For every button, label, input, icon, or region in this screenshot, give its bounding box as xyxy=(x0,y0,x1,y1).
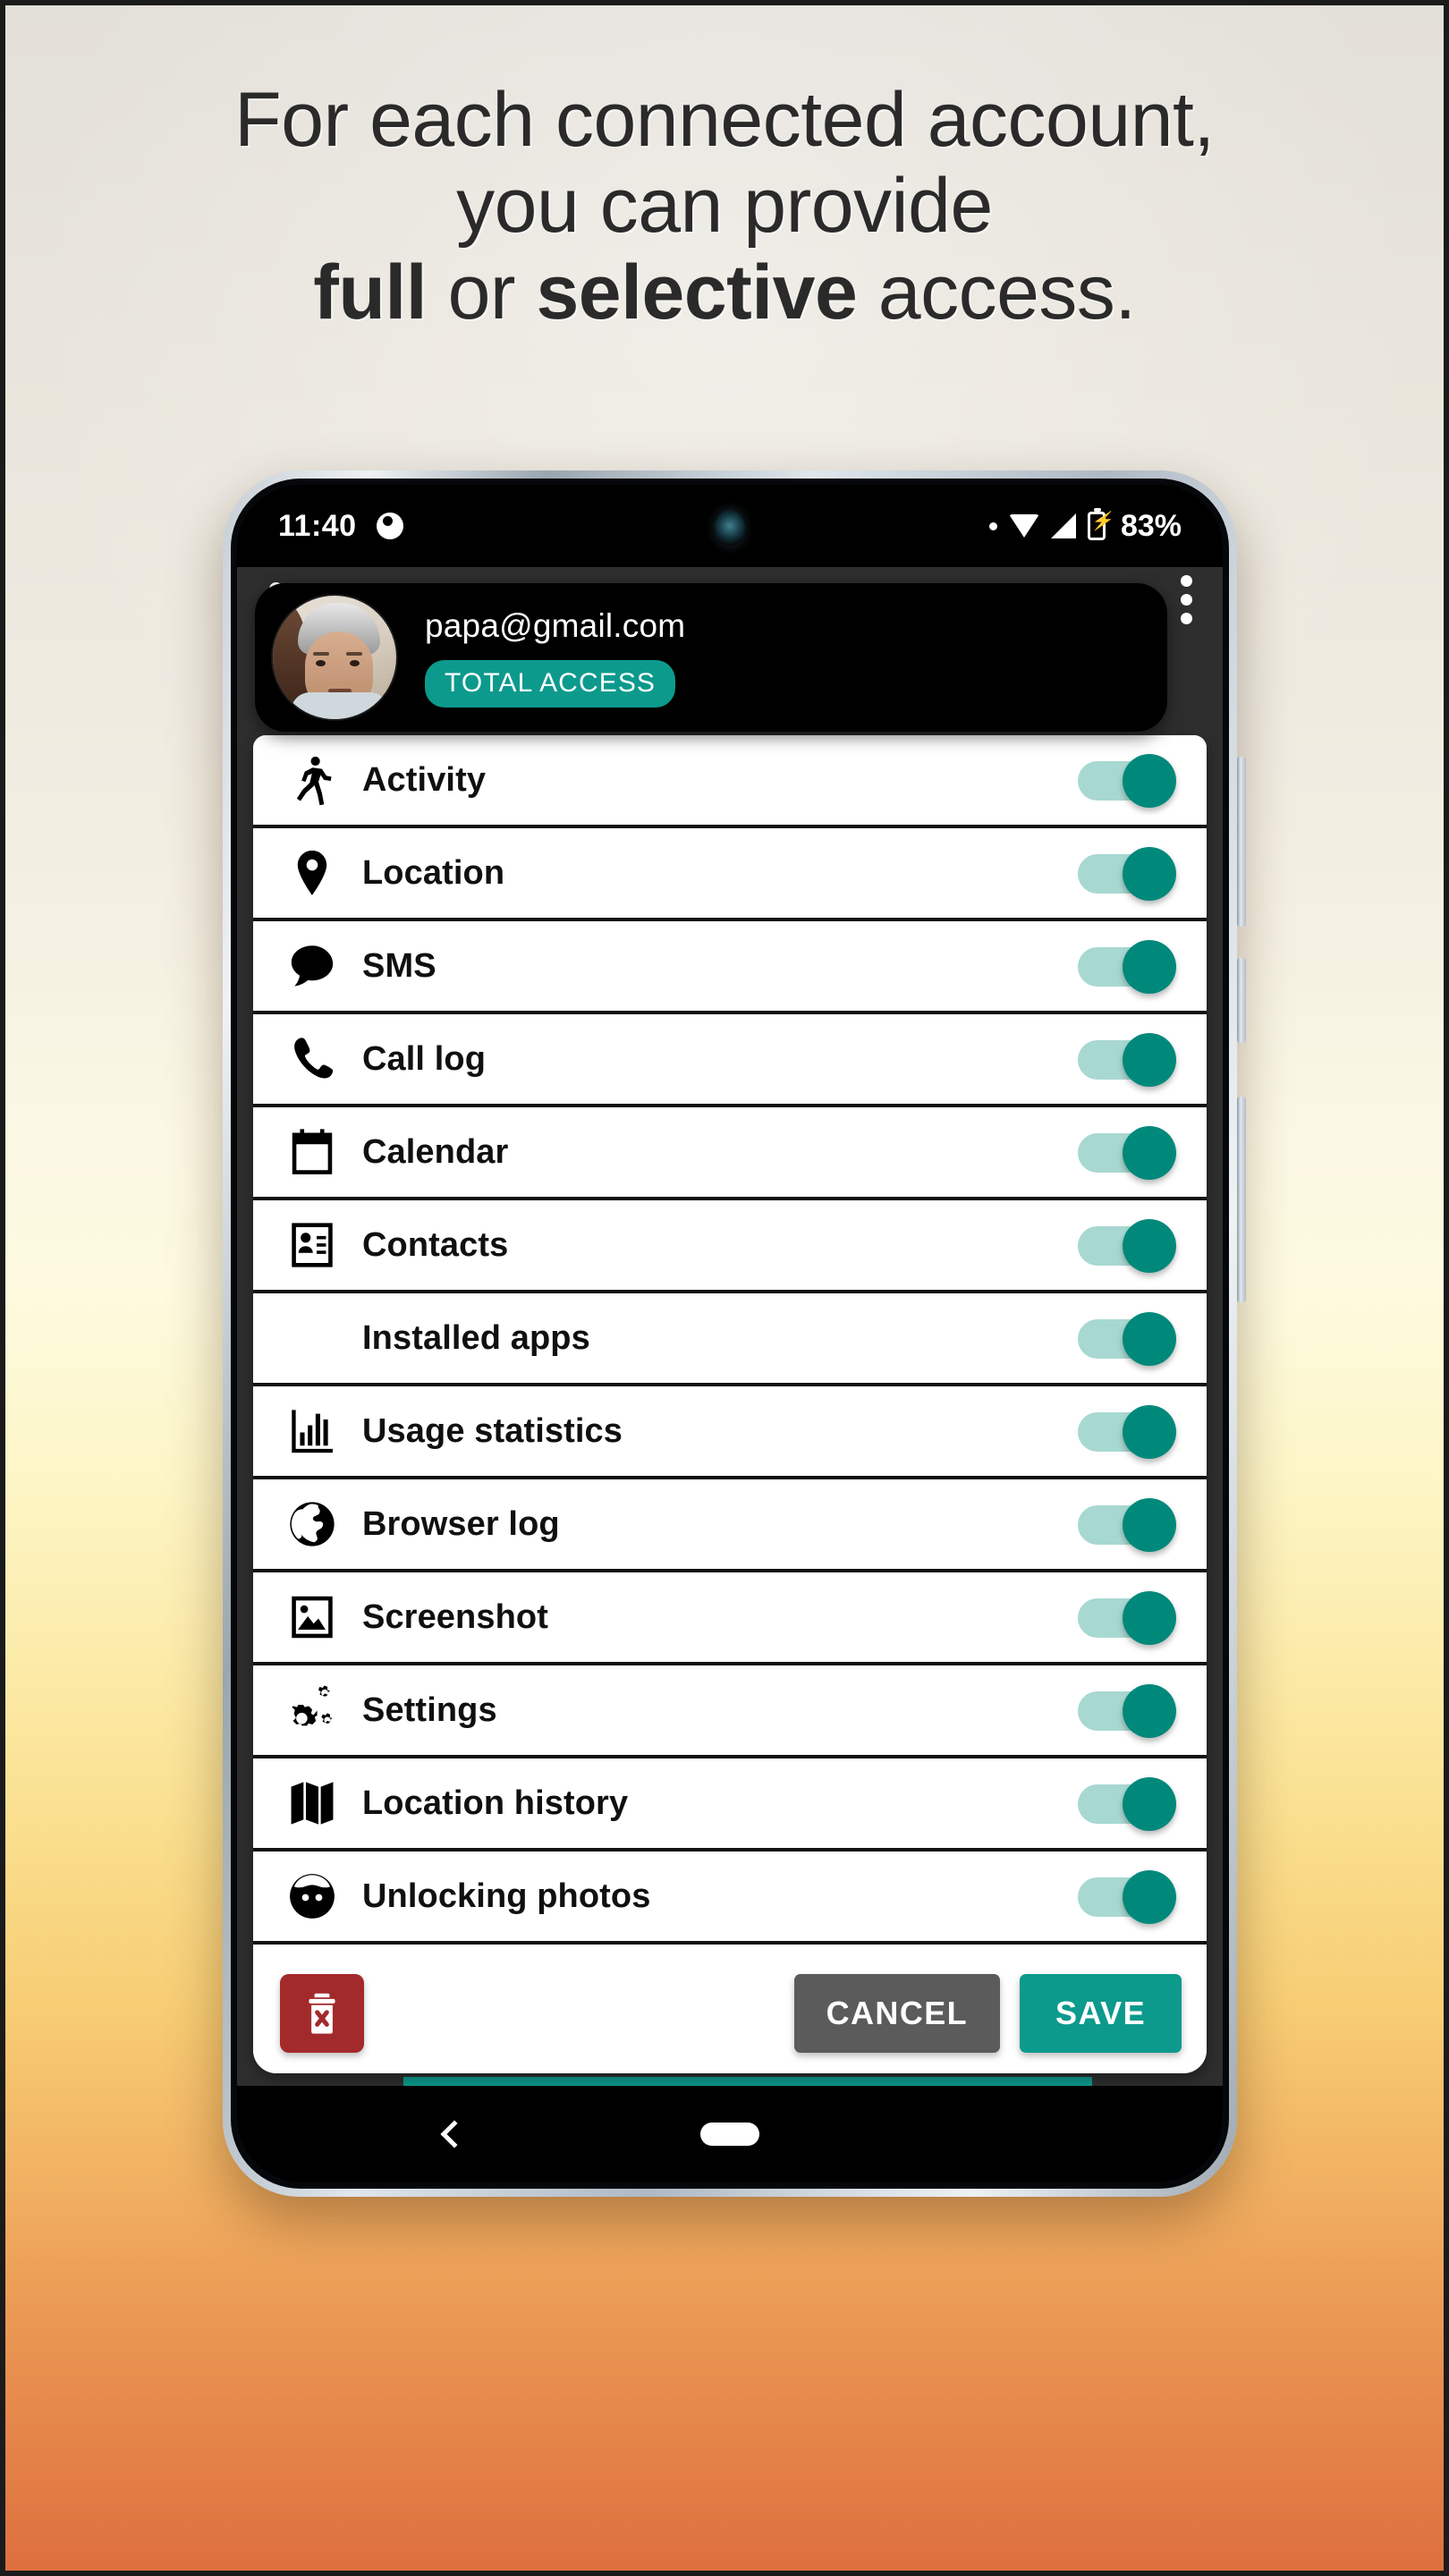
row-label: Unlocking photos xyxy=(362,1877,651,1915)
permission-toggle[interactable] xyxy=(1078,1868,1182,1924)
table-row[interactable]: Screenshot xyxy=(253,1572,1207,1665)
table-row[interactable]: Unlocking photos xyxy=(253,1852,1207,1945)
headline-line-1: For each connected account, xyxy=(234,77,1215,163)
permission-toggle[interactable] xyxy=(1078,1031,1182,1087)
table-row[interactable]: Usage statistics xyxy=(253,1386,1207,1479)
row-label: Call log xyxy=(362,1039,487,1078)
permission-toggle[interactable] xyxy=(1078,1403,1182,1459)
back-chevron-icon[interactable] xyxy=(440,2120,469,2148)
table-row[interactable]: Location xyxy=(253,828,1207,921)
overflow-menu-icon[interactable] xyxy=(1180,574,1192,624)
battery-charging-icon xyxy=(1087,508,1113,540)
promo-canvas: For each connected account, you can prov… xyxy=(5,5,1444,2571)
power-button[interactable] xyxy=(1237,1097,1246,1302)
row-label: Contacts xyxy=(362,1225,509,1264)
action-bar: CANCEL SAVE xyxy=(253,1953,1207,2073)
headline-bold-selective: selective xyxy=(536,249,858,335)
row-label: Screenshot xyxy=(362,1597,548,1636)
table-row[interactable]: Browser log xyxy=(253,1479,1207,1572)
row-label: Activity xyxy=(362,760,487,799)
accent-strip xyxy=(403,2077,1092,2086)
table-row[interactable]: Installed apps xyxy=(253,1293,1207,1386)
globe-icon xyxy=(284,1496,341,1553)
system-nav-bar xyxy=(237,2086,1223,2182)
battery-percent: 83% xyxy=(1120,508,1182,543)
cancel-button[interactable]: CANCEL xyxy=(793,1974,1001,2053)
table-row[interactable]: Settings xyxy=(253,1665,1207,1758)
speech-bubble-icon xyxy=(284,937,341,995)
map-pin-icon xyxy=(284,844,341,902)
table-row[interactable]: Contacts xyxy=(253,1200,1207,1293)
table-row[interactable]: Calendar xyxy=(253,1107,1207,1200)
wifi-icon xyxy=(1008,514,1039,538)
headline-line-3: full or selective access. xyxy=(5,250,1444,335)
permission-toggle[interactable] xyxy=(1078,1682,1182,1738)
account-email: papa@gmail.com xyxy=(425,607,686,644)
permission-toggle[interactable] xyxy=(1078,752,1182,808)
headline-line-2: you can provide xyxy=(456,163,993,250)
gears-icon xyxy=(284,1682,341,1739)
table-row[interactable]: Activity xyxy=(253,735,1207,828)
image-icon xyxy=(284,1589,341,1646)
account-header-card[interactable]: papa@gmail.com TOTAL ACCESS xyxy=(255,583,1167,732)
table-row[interactable]: Location history xyxy=(253,1758,1207,1852)
permission-toggle[interactable] xyxy=(1078,1775,1182,1831)
permission-toggle[interactable] xyxy=(1078,1310,1182,1366)
phone-screen: 11:40 83% xyxy=(237,485,1223,2182)
permission-toggle[interactable] xyxy=(1078,845,1182,901)
row-label: Browser log xyxy=(362,1504,560,1543)
running-person-icon xyxy=(284,751,341,809)
account-meta: papa@gmail.com TOTAL ACCESS xyxy=(425,607,685,708)
signal-icon xyxy=(1050,513,1076,538)
volume-up-button[interactable] xyxy=(1237,757,1246,927)
phone-handset-icon xyxy=(284,1030,341,1088)
row-label: Location xyxy=(362,853,505,892)
headline-plain-access: access. xyxy=(857,249,1137,335)
row-label: Usage statistics xyxy=(362,1411,623,1450)
bar-chart-icon xyxy=(284,1402,341,1460)
status-icons: 83% xyxy=(988,508,1182,544)
app-badge-icon xyxy=(376,513,403,539)
permission-toggle[interactable] xyxy=(1078,1124,1182,1180)
delete-button[interactable] xyxy=(280,1974,364,2053)
front-camera-punchhole xyxy=(715,510,745,546)
folded-map-icon xyxy=(284,1775,341,1832)
app-grid-icon xyxy=(284,1309,341,1367)
permission-toggle[interactable] xyxy=(1078,1589,1182,1645)
permissions-sheet: Activity Location SMS Call log Calendar … xyxy=(253,735,1207,2073)
save-button[interactable]: SAVE xyxy=(1020,1974,1182,2053)
row-label: Settings xyxy=(362,1690,497,1729)
app-content: OVERVIEW xyxy=(237,567,1223,2182)
contact-card-icon xyxy=(284,1216,341,1274)
headline-bold-full: full xyxy=(313,249,428,335)
promo-headline: For each connected account, you can prov… xyxy=(5,77,1444,335)
permission-toggle[interactable] xyxy=(1078,1496,1182,1552)
phone-bezel: 11:40 83% xyxy=(231,479,1229,2189)
avatar xyxy=(271,594,398,721)
status-time: 11:40 xyxy=(278,508,357,543)
headline-plain-or: or xyxy=(427,249,537,335)
home-pill-icon[interactable] xyxy=(700,2123,759,2146)
row-label: Calendar xyxy=(362,1132,509,1171)
face-icon xyxy=(284,1868,341,1925)
row-label: Installed apps xyxy=(362,1318,590,1357)
row-label: Location history xyxy=(362,1784,629,1822)
row-label: SMS xyxy=(362,946,436,985)
trash-delete-icon xyxy=(309,1993,335,2034)
status-bar: 11:40 83% xyxy=(237,485,1223,567)
permission-toggle[interactable] xyxy=(1078,1217,1182,1273)
dot-icon xyxy=(988,521,997,530)
status-badge: TOTAL ACCESS xyxy=(425,660,676,708)
calendar-icon xyxy=(284,1123,341,1181)
table-row[interactable]: Call log xyxy=(253,1014,1207,1107)
volume-down-button[interactable] xyxy=(1237,958,1246,1043)
permissions-list: Activity Location SMS Call log Calendar … xyxy=(253,735,1207,2038)
phone-device: 11:40 83% xyxy=(223,470,1246,2197)
permission-toggle[interactable] xyxy=(1078,938,1182,994)
table-row[interactable]: SMS xyxy=(253,921,1207,1014)
